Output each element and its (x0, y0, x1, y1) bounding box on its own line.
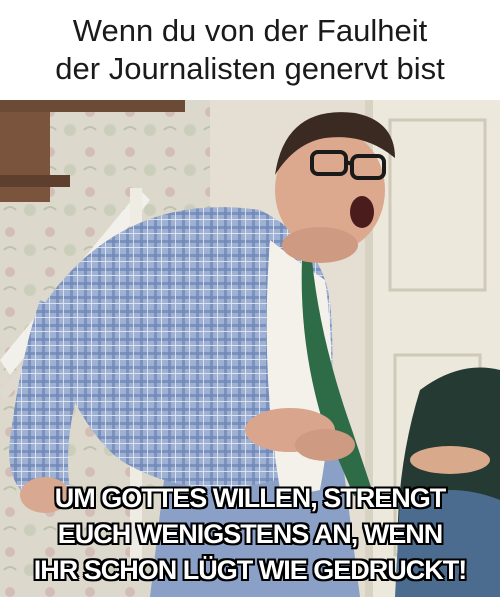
meme-image: Wenn du von der Faulheit der Journaliste… (0, 0, 500, 597)
top-caption-band: Wenn du von der Faulheit der Journaliste… (0, 0, 500, 100)
top-caption: Wenn du von der Faulheit der Journaliste… (55, 13, 445, 86)
bottom-caption-band: UM GOTTES WILLEN, STRENGT EUCH WENIGSTEN… (0, 474, 500, 594)
bottom-caption: UM GOTTES WILLEN, STRENGT EUCH WENIGSTEN… (33, 483, 467, 585)
